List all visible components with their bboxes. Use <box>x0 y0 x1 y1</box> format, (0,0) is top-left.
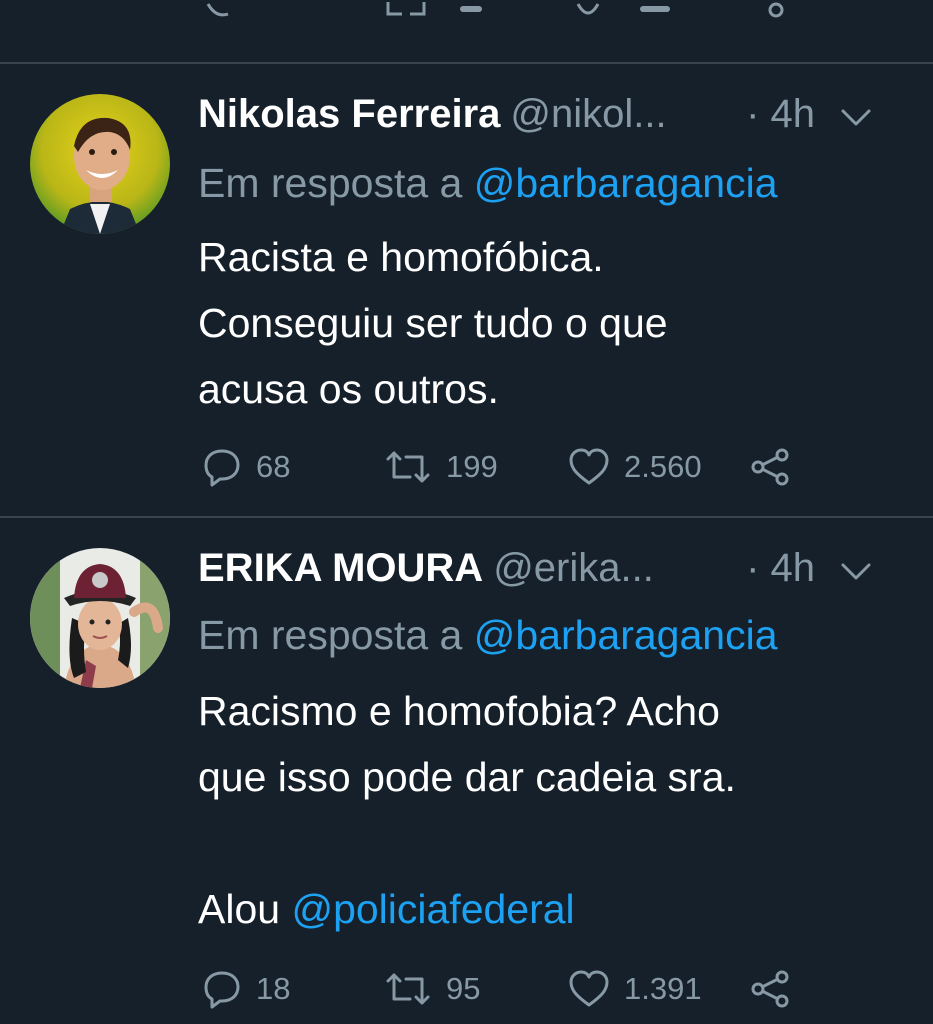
reply-mention[interactable]: @barbaragancia <box>474 612 778 658</box>
reply-button[interactable]: 18 <box>202 964 290 1014</box>
tweet-text-line: Racismo e homofobia? Acho <box>198 688 720 734</box>
last-line-prefix: Alou <box>198 886 292 932</box>
share-button[interactable] <box>750 442 792 492</box>
tweet-text: Racista e homofóbica. Conseguiu ser tudo… <box>198 224 898 422</box>
heart-icon <box>569 970 609 1007</box>
like-count: 2.560 <box>624 449 702 484</box>
retweet-button[interactable]: 95 <box>384 964 480 1014</box>
reply-count: 68 <box>256 449 291 484</box>
reply-count: 18 <box>256 971 291 1006</box>
retweet-icon <box>386 973 430 1005</box>
tweet-actions: 18 95 1.391 <box>198 964 898 1014</box>
timeline: Nikolas Ferreira @nikol... · 4h Em respos… <box>0 0 933 1024</box>
tweet-time[interactable]: · 4h <box>746 546 815 591</box>
tweet-text-line: Racista e homofóbica. <box>198 234 604 280</box>
retweet-count: 199 <box>446 449 498 484</box>
tweet-header: ERIKA MOURA @erika... · 4h <box>198 546 903 596</box>
author-handle[interactable]: @erika... <box>493 546 654 590</box>
avatar[interactable] <box>30 548 170 688</box>
share-icon <box>751 448 789 486</box>
author-name[interactable]: Nikolas Ferreira <box>198 92 500 136</box>
tweet-text-line: Alou @policiafederal <box>198 876 898 942</box>
retweet-count: 95 <box>446 971 481 1006</box>
like-button[interactable]: 1.391 <box>568 964 702 1014</box>
reply-prefix: Em resposta a <box>198 612 474 658</box>
chevron-down-icon[interactable] <box>839 556 873 586</box>
reply-prefix: Em resposta a <box>198 160 474 206</box>
reply-button[interactable]: 68 <box>202 442 290 492</box>
tweet-text: Racismo e homofobia? Acho que isso pode … <box>198 678 898 942</box>
share-button[interactable] <box>750 964 792 1014</box>
retweet-button[interactable]: 199 <box>384 442 498 492</box>
like-count: 1.391 <box>624 971 702 1006</box>
tweet-header: Nikolas Ferreira @nikol... · 4h <box>198 92 903 142</box>
tweet-actions: 68 199 2.560 <box>198 442 898 492</box>
previous-tweet-actions <box>0 0 933 22</box>
reply-mention[interactable]: @barbaragancia <box>474 160 778 206</box>
share-icon <box>751 970 789 1008</box>
like-button[interactable]: 2.560 <box>568 442 702 492</box>
mention-link[interactable]: @policiafederal <box>291 886 574 932</box>
tweet[interactable]: Nikolas Ferreira @nikol... · 4h Em respos… <box>0 64 933 516</box>
heart-icon <box>569 448 609 485</box>
tweet-time[interactable]: · 4h <box>746 92 815 137</box>
previous-tweet-icons <box>206 2 784 18</box>
author-handle[interactable]: @nikol... <box>510 92 666 136</box>
chevron-down-icon[interactable] <box>839 102 873 132</box>
reply-icon <box>204 449 240 487</box>
reply-context: Em resposta a @barbaragancia <box>198 612 778 659</box>
reply-context: Em resposta a @barbaragancia <box>198 160 778 207</box>
tweet[interactable]: ERIKA MOURA @erika... · 4h Em resposta a … <box>0 518 933 1024</box>
avatar[interactable] <box>30 94 170 234</box>
tweet-text-line: Conseguiu ser tudo o que <box>198 300 668 346</box>
retweet-icon <box>386 451 430 483</box>
tweet-text-line: acusa os outros. <box>198 366 499 412</box>
author-name[interactable]: ERIKA MOURA <box>198 546 483 590</box>
tweet-text-line: que isso pode dar cadeia sra. <box>198 754 736 800</box>
reply-icon <box>204 971 240 1009</box>
